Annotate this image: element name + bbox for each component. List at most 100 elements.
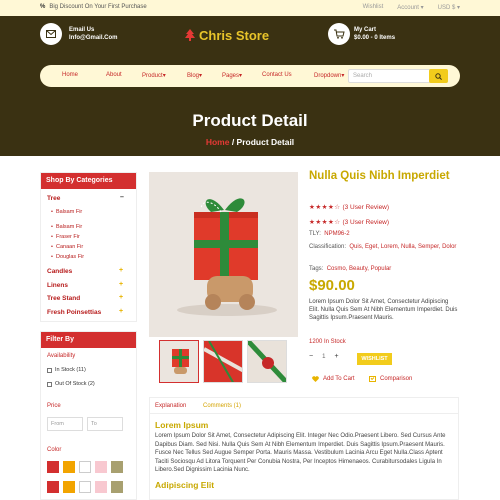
subcategory-item[interactable]: • Douglas Fir <box>51 254 84 260</box>
promo: % Big Discount On Your First Purchase <box>40 4 147 10</box>
tab-comments[interactable]: Comments (1) <box>203 403 241 409</box>
nav-items: Home About Product▾ Blog▾ Pages▾ Contact… <box>62 72 354 79</box>
category-linens[interactable]: Linens <box>47 282 68 289</box>
comparison-button[interactable]: Comparison <box>369 376 412 382</box>
qty-value[interactable]: 1 <box>322 354 325 360</box>
collapse-toggle[interactable]: – <box>120 194 124 201</box>
color-swatch[interactable] <box>111 461 123 473</box>
product-classification: Classification: Quis, Eget, Lorem, Nulla… <box>309 244 457 250</box>
rating: ★★★★☆ (3 User Review) <box>309 203 389 211</box>
search-icon <box>435 72 442 80</box>
promo-text: Big Discount On Your First Purchase <box>49 4 147 10</box>
qty-plus-button[interactable]: + <box>334 353 338 360</box>
product-main-image[interactable] <box>149 172 298 337</box>
wishlist-button[interactable]: WISHLIST <box>357 353 392 365</box>
header-row: Email Us Info@Gmail.Com Chris Store My C… <box>40 20 460 50</box>
category-tree[interactable]: Tree <box>47 195 60 202</box>
compare-icon <box>369 376 376 382</box>
color-swatch[interactable] <box>79 461 91 473</box>
nav-product[interactable]: Product▾ <box>142 72 187 79</box>
subcategory-item[interactable]: • Balsam Fir <box>51 224 82 230</box>
color-swatch[interactable] <box>63 461 75 473</box>
color-swatch[interactable] <box>95 481 107 493</box>
nav-about[interactable]: About <box>106 72 142 79</box>
top-links: Wishlist Account ▾ USD $ ▾ <box>363 4 460 11</box>
subcategory-item[interactable]: • Canaan Fir <box>51 244 83 250</box>
expand-icon[interactable]: + <box>119 267 123 274</box>
product-sku: TLY: NPM96-2 <box>309 231 350 237</box>
review-count[interactable]: (3 User Review) <box>342 219 389 226</box>
subcategory-item[interactable]: • Balsam Fir <box>51 209 82 215</box>
breadcrumb-current: Product Detail <box>236 137 295 147</box>
color-label: Color <box>47 447 62 453</box>
email-value: Info@Gmail.Com <box>69 35 118 41</box>
thumbnail-image <box>248 341 286 382</box>
checkbox-icon <box>47 381 52 387</box>
main-nav: Home About Product▾ Blog▾ Pages▾ Contact… <box>40 65 460 87</box>
heart-icon <box>312 376 319 382</box>
availability-label: Availability <box>47 353 76 359</box>
thumbnail-3[interactable] <box>247 340 287 383</box>
out-of-stock-checkbox[interactable]: Out Of Stock (2) <box>47 381 95 387</box>
expand-icon[interactable]: + <box>119 294 123 301</box>
email-icon <box>40 23 62 45</box>
color-swatch[interactable] <box>111 481 123 493</box>
product-tabs: Explanation Comments (1) Lorem Ipsum Lor… <box>149 397 459 500</box>
cart-summary[interactable]: My Cart $0.00 - 0 Items <box>354 26 395 42</box>
star-rating-icon: ★★★★☆ <box>309 204 341 211</box>
subcategory-item[interactable]: • Fraser Fir <box>51 234 80 240</box>
color-swatch[interactable] <box>63 481 75 493</box>
category-poinsettias[interactable]: Fresh Poinsettias <box>47 309 101 316</box>
thumbnail-image <box>160 341 198 382</box>
expand-icon[interactable]: + <box>119 281 123 288</box>
color-swatch[interactable] <box>47 481 59 493</box>
store-logo[interactable]: Chris Store <box>185 28 269 43</box>
breadcrumb-home[interactable]: Home <box>206 137 230 147</box>
categories-title: Shop By Categories <box>41 173 136 189</box>
in-stock-checkbox[interactable]: In Stock (11) <box>47 367 86 373</box>
color-swatch[interactable] <box>95 461 107 473</box>
product-price: $90.00 <box>309 277 355 294</box>
rating: ★★★★☆ (3 User Review) <box>309 218 389 226</box>
thumbnail-1[interactable] <box>159 340 199 383</box>
product-tags: Tags: Cosmo, Beauty, Popular <box>309 266 392 272</box>
filter-title: Filter By <box>41 332 136 348</box>
nav-pages[interactable]: Pages▾ <box>222 72 262 79</box>
email-label: Email Us <box>69 27 95 33</box>
nav-blog[interactable]: Blog▾ <box>187 72 222 79</box>
gift-box-image <box>149 172 298 337</box>
category-candles[interactable]: Candles <box>47 268 72 275</box>
cart-icon <box>328 23 350 45</box>
breadcrumb: Home / Product Detail <box>0 137 500 147</box>
color-swatch[interactable] <box>47 461 59 473</box>
expand-icon[interactable]: + <box>119 308 123 315</box>
category-tree-stand[interactable]: Tree Stand <box>47 295 80 302</box>
nav-contact[interactable]: Contact Us <box>262 72 314 79</box>
tree-icon <box>185 29 195 41</box>
top-promo-bar: % Big Discount On Your First Purchase Wi… <box>0 0 500 16</box>
qty-minus-button[interactable]: − <box>309 353 313 360</box>
tab-content: Lorem Ipsum Lorem Ipsum Dolor Sit Amet, … <box>155 420 453 490</box>
content-heading: Lorem Ipsum <box>155 420 209 430</box>
account-dropdown[interactable]: Account ▾ <box>397 4 423 11</box>
thumbnail-2[interactable] <box>203 340 243 383</box>
quantity-stepper: − 1 + <box>309 353 339 360</box>
checkbox-icon <box>47 367 52 373</box>
cart-label: My Cart <box>354 27 377 33</box>
search-box: Search <box>348 69 448 83</box>
email-contact[interactable]: Email Us Info@Gmail.Com <box>69 26 118 42</box>
color-swatch[interactable] <box>79 481 91 493</box>
nav-home[interactable]: Home <box>62 72 106 79</box>
tab-explanation[interactable]: Explanation <box>155 403 186 409</box>
search-button[interactable] <box>429 69 448 83</box>
wishlist-link[interactable]: Wishlist <box>363 4 384 11</box>
review-count[interactable]: (3 User Review) <box>342 204 389 211</box>
product-title: Nulla Quis Nibh Imperdiet <box>309 170 450 182</box>
add-to-cart-button[interactable]: Add To Cart <box>312 376 355 382</box>
price-to-input[interactable]: To <box>87 417 123 431</box>
price-from-input[interactable]: From <box>47 417 83 431</box>
search-input[interactable]: Search <box>353 73 372 79</box>
star-rating-icon: ★★★★☆ <box>309 219 341 226</box>
product-description: Lorem Ipsum Dolor Sit Amet, Consectetur … <box>309 299 458 321</box>
currency-dropdown[interactable]: USD $ ▾ <box>438 4 460 11</box>
